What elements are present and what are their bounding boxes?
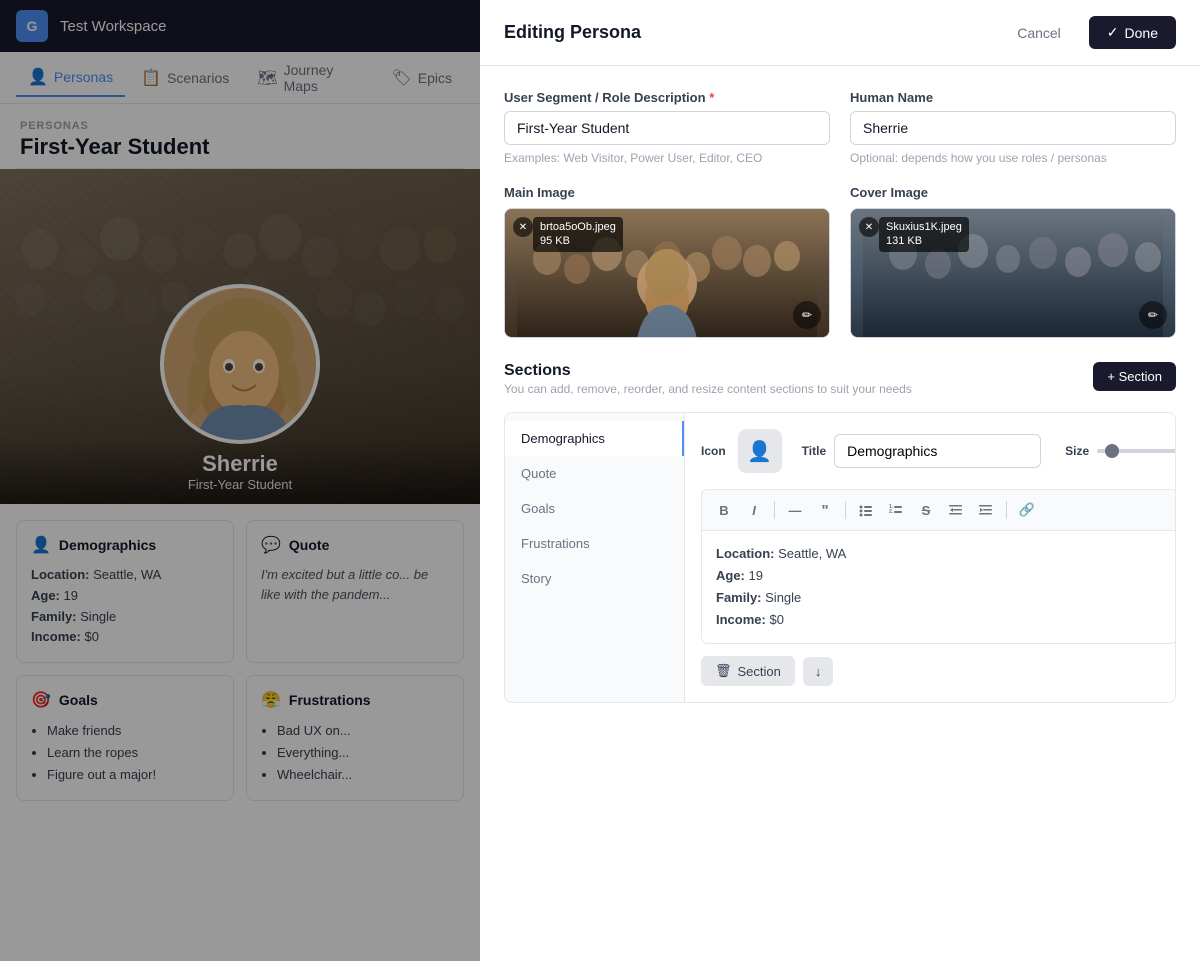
modal-actions: Cancel ✓ Done: [1001, 16, 1176, 49]
section-tab-quote[interactable]: Quote: [505, 456, 684, 491]
done-button[interactable]: ✓ Done: [1089, 16, 1176, 49]
main-image-label: Main Image: [504, 185, 830, 200]
section-title-input[interactable]: [834, 434, 1041, 468]
main-image-remove[interactable]: ✕: [513, 217, 533, 237]
size-label: Size: [1065, 444, 1089, 458]
section-footer: 🗑 Section ↓: [701, 656, 1176, 686]
move-down-button[interactable]: ↓: [803, 657, 834, 686]
user-segment-input[interactable]: [504, 111, 830, 145]
arrow-down-icon: ↓: [815, 664, 822, 679]
user-segment-label: User Segment / Role Description *: [504, 90, 830, 105]
size-slider-thumb[interactable]: [1105, 444, 1119, 458]
section-tab-story[interactable]: Story: [505, 561, 684, 596]
toolbar-quote[interactable]: ": [811, 496, 839, 524]
modal-panel: Editing Persona Cancel ✓ Done User Segme…: [480, 0, 1200, 961]
sections-header: Sections You can add, remove, reorder, a…: [504, 362, 1176, 396]
content-location-label: Location:: [716, 546, 775, 561]
modal-overlay: Editing Persona Cancel ✓ Done User Segme…: [0, 0, 1200, 961]
cancel-button[interactable]: Cancel: [1001, 17, 1077, 49]
cover-image-group: Cover Image: [850, 185, 1176, 338]
rich-text-content[interactable]: Location: Seattle, WA Age: 19 Family: Si…: [701, 530, 1176, 644]
main-image-size: 95 KB: [540, 234, 616, 248]
content-age-value: 19: [749, 568, 763, 583]
toolbar-hr[interactable]: —: [781, 496, 809, 524]
cover-image-size: 131 KB: [886, 234, 962, 248]
content-family-value: Single: [765, 590, 801, 605]
size-slider[interactable]: [1097, 449, 1176, 453]
toolbar-bold[interactable]: B: [710, 496, 738, 524]
toolbar-indent[interactable]: [942, 496, 970, 524]
checkmark-icon: ✓: [1107, 24, 1119, 41]
icon-label: Icon: [701, 444, 726, 458]
title-label: Title: [802, 444, 826, 458]
svg-text:2.: 2.: [889, 509, 894, 515]
cover-image-label: Cover Image: [850, 185, 1176, 200]
sections-subtitle: You can add, remove, reorder, and resize…: [504, 382, 912, 396]
human-name-group: Human Name Optional: depends how you use…: [850, 90, 1176, 165]
toolbar-divider-1: [774, 501, 775, 519]
content-family-label: Family:: [716, 590, 762, 605]
image-row: Main Image: [504, 185, 1176, 338]
toolbar-divider-3: [1006, 501, 1007, 519]
toolbar-outdent[interactable]: [972, 496, 1000, 524]
modal-title: Editing Persona: [504, 22, 641, 43]
content-age-label: Age:: [716, 568, 745, 583]
human-name-label: Human Name: [850, 90, 1176, 105]
toolbar-bullet-list[interactable]: [852, 496, 880, 524]
modal-backdrop[interactable]: [0, 0, 480, 961]
toolbar-numbered-list[interactable]: 1.2.: [882, 496, 910, 524]
content-location-value: Seattle, WA: [778, 546, 846, 561]
main-image-filename: brtoa5oOb.jpeg: [540, 220, 616, 234]
cover-image-edit[interactable]: ✏: [1139, 301, 1167, 329]
section-tab-goals[interactable]: Goals: [505, 491, 684, 526]
toolbar-italic[interactable]: I: [740, 496, 768, 524]
sections-editor: Demographics Quote Goals Frustrations St…: [504, 412, 1176, 703]
cover-image-remove[interactable]: ✕: [859, 217, 879, 237]
delete-section-button[interactable]: 🗑 Section: [701, 656, 795, 686]
trash-icon: 🗑: [715, 663, 732, 679]
sections-title: Sections: [504, 362, 912, 380]
modal-header: Editing Persona Cancel ✓ Done: [480, 0, 1200, 66]
toolbar-strikethrough[interactable]: S: [912, 496, 940, 524]
section-tab-frustrations[interactable]: Frustrations: [505, 526, 684, 561]
form-row-names: User Segment / Role Description * Exampl…: [504, 90, 1176, 165]
sections-content: Icon 👤 Title Size: [685, 413, 1176, 702]
toolbar-link[interactable]: 🔗: [1013, 496, 1041, 524]
user-segment-hint: Examples: Web Visitor, Power User, Edito…: [504, 151, 830, 165]
toolbar-divider-2: [845, 501, 846, 519]
cover-image-filename: Skuxius1K.jpeg: [886, 220, 962, 234]
main-image-upload[interactable]: ✕ brtoa5oOb.jpeg 95 KB ✏: [504, 208, 830, 338]
cover-image-upload[interactable]: ✕ Skuxius1K.jpeg 131 KB ✏: [850, 208, 1176, 338]
sections-sidebar: Demographics Quote Goals Frustrations St…: [505, 413, 685, 702]
main-image-group: Main Image: [504, 185, 830, 338]
section-tab-demographics[interactable]: Demographics: [505, 421, 684, 456]
rich-text-toolbar: B I — " 1.2. S: [701, 489, 1176, 530]
section-icon-picker[interactable]: 👤: [738, 429, 782, 473]
human-name-input[interactable]: [850, 111, 1176, 145]
main-image-edit[interactable]: ✏: [793, 301, 821, 329]
add-section-button[interactable]: + Section: [1093, 362, 1176, 391]
user-segment-group: User Segment / Role Description * Exampl…: [504, 90, 830, 165]
content-income-value: $0: [769, 612, 783, 627]
modal-body: User Segment / Role Description * Exampl…: [480, 66, 1200, 961]
content-income-label: Income:: [716, 612, 766, 627]
human-name-hint: Optional: depends how you use roles / pe…: [850, 151, 1176, 165]
